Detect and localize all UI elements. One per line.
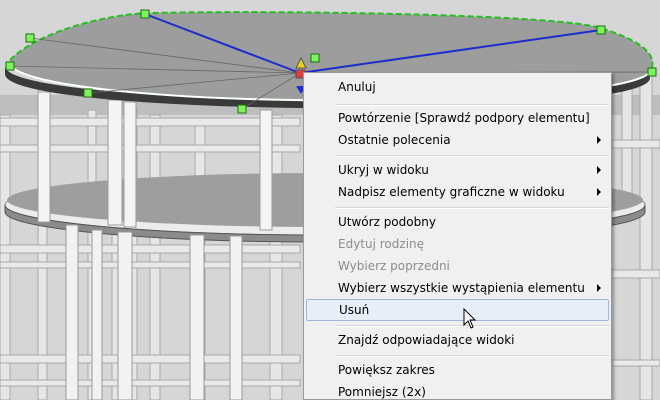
menu-separator: [335, 155, 609, 157]
menu-item-edit-family[interactable]: Edytuj rodzinę: [306, 233, 609, 255]
menu-item-label: Edytuj rodzinę: [338, 237, 425, 251]
menu-item-zoom-in-region[interactable]: Powiększ zakres: [306, 359, 609, 381]
menu-item-repeat[interactable]: Powtórzenie [Sprawdź podpory elementu]: [306, 107, 609, 129]
menu-item-label: Pomniejsz (2x): [338, 385, 426, 399]
menu-item-label: Ukryj w widoku: [338, 163, 429, 177]
menu-separator: [335, 355, 609, 357]
menu-item-label: Powiększ zakres: [338, 363, 435, 377]
menu-separator: [335, 207, 609, 209]
menu-item-delete[interactable]: Usuń: [306, 299, 609, 321]
menu-item-select-previous[interactable]: Wybierz poprzedni: [306, 255, 609, 277]
menu-separator: [335, 104, 609, 106]
menu-item-cancel[interactable]: Anuluj: [306, 76, 609, 98]
menu-item-label: Usuń: [339, 303, 370, 317]
menu-item-label: Ostatnie polecenia: [338, 133, 451, 147]
mouse-cursor-icon: [463, 308, 477, 329]
menu-item-label: Nadpisz elementy graficzne w widoku: [338, 185, 565, 199]
context-menu: Anuluj Powtórzenie [Sprawdź podpory elem…: [303, 72, 612, 400]
submenu-arrow-icon: [597, 188, 601, 196]
menu-item-label: Utwórz podobny: [338, 215, 436, 229]
submenu-arrow-icon: [597, 166, 601, 174]
menu-item-label: Anuluj: [338, 80, 376, 94]
menu-item-override-graphics[interactable]: Nadpisz elementy graficzne w widoku: [306, 181, 609, 203]
menu-item-create-similar[interactable]: Utwórz podobny: [306, 211, 609, 233]
submenu-arrow-icon: [597, 284, 601, 292]
submenu-arrow-icon: [597, 136, 601, 144]
menu-item-hide-in-view[interactable]: Ukryj w widoku: [306, 159, 609, 181]
menu-item-zoom-out[interactable]: Pomniejsz (2x): [306, 381, 609, 399]
menu-item-find-views[interactable]: Znajdź odpowiadające widoki: [306, 329, 609, 351]
menu-item-recent-commands[interactable]: Ostatnie polecenia: [306, 129, 609, 151]
menu-item-label: Powtórzenie [Sprawdź podpory elementu]: [338, 111, 590, 125]
menu-item-label: Wybierz poprzedni: [338, 259, 450, 273]
menu-item-select-all-instances[interactable]: Wybierz wszystkie wystąpienia elementu: [306, 277, 609, 299]
menu-item-label: Znajdź odpowiadające widoki: [338, 333, 515, 347]
menu-item-label: Wybierz wszystkie wystąpienia elementu: [338, 281, 585, 295]
